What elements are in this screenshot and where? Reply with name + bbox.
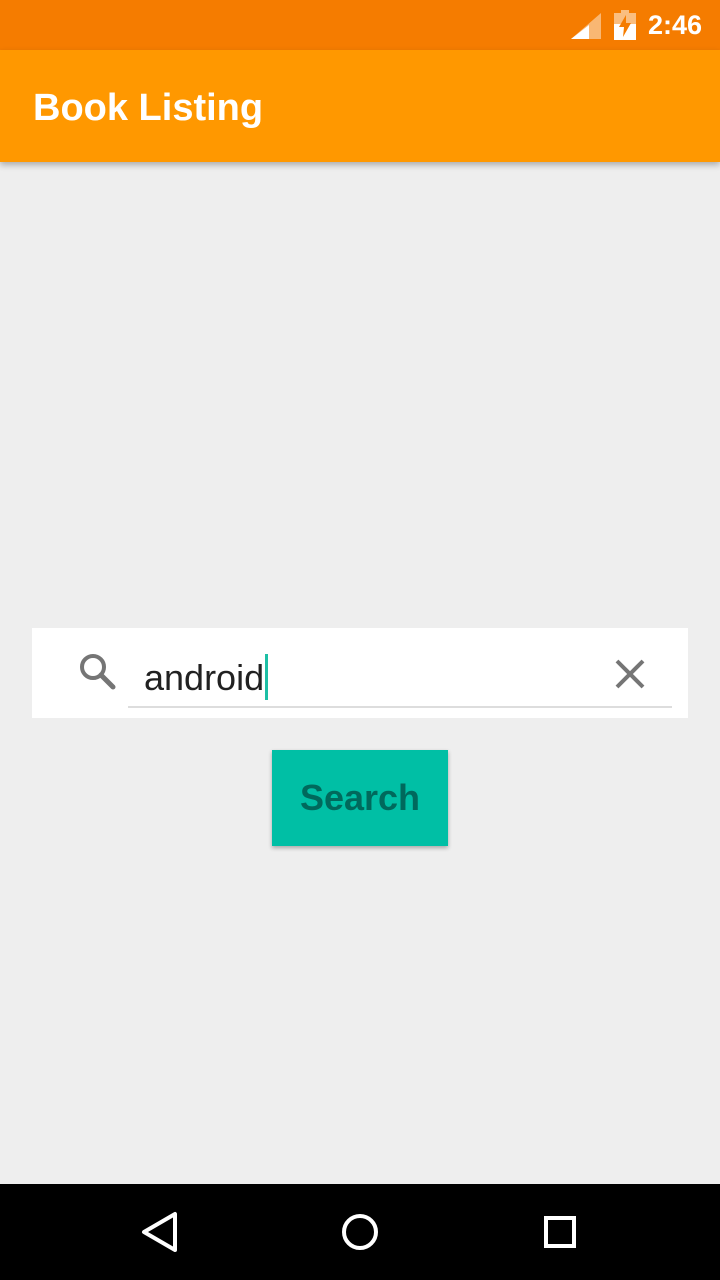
home-icon[interactable] xyxy=(332,1204,388,1260)
search-card: android xyxy=(32,628,688,718)
status-bar: 2:46 xyxy=(0,0,720,50)
recents-icon[interactable] xyxy=(532,1204,588,1260)
app-title: Book Listing xyxy=(33,87,264,129)
search-input[interactable]: android xyxy=(128,642,672,708)
cell-signal-icon xyxy=(571,13,601,39)
navigation-bar xyxy=(0,1184,720,1280)
search-query-text: android xyxy=(144,657,265,698)
battery-charging-icon xyxy=(614,10,636,40)
clear-icon[interactable] xyxy=(608,652,652,696)
back-icon[interactable] xyxy=(132,1204,188,1260)
search-icon xyxy=(80,654,116,690)
status-time: 2:46 xyxy=(648,10,703,40)
search-button[interactable]: Search xyxy=(272,750,448,846)
app-bar: Book Listing xyxy=(0,50,720,162)
text-cursor xyxy=(265,654,269,700)
